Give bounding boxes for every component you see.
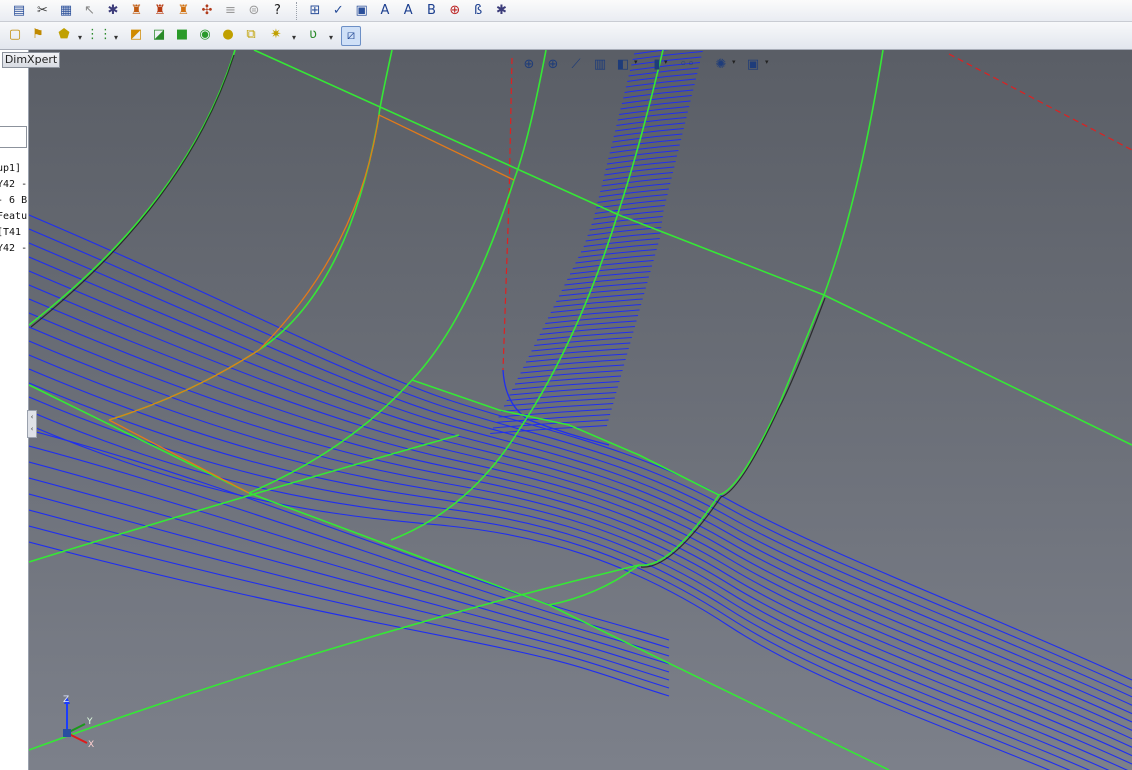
tree-item[interactable]: [T41 <box>0 227 21 238</box>
gear-sync-icon[interactable]: ✱ <box>104 2 122 20</box>
document-check-icon[interactable]: ▣ <box>353 2 371 20</box>
search-b-icon[interactable]: ß <box>469 2 487 20</box>
view-triad[interactable]: Z Y X <box>55 693 105 753</box>
zoom-area-icon[interactable]: ⊕ <box>544 56 562 74</box>
tree-item[interactable]: up1] <box>0 163 21 174</box>
polygon-icon[interactable]: ⬟ <box>55 26 73 44</box>
curve-icon[interactable]: ʋ <box>304 26 322 44</box>
feature-manager-panel: up1] Y42 - - 6 B Featu [T41 Y42 - <box>0 50 29 770</box>
sketch-frame-icon[interactable]: ▢ <box>6 26 24 44</box>
stack-icon[interactable]: ≡ <box>222 2 240 20</box>
panel-tab[interactable] <box>0 126 27 148</box>
model-canvas[interactable] <box>29 50 1132 770</box>
hide-show-icon[interactable]: ◦◦ <box>678 56 696 74</box>
stamp-red-icon[interactable]: ♜ <box>151 2 169 20</box>
search-red-icon[interactable]: ⊕ <box>446 2 464 20</box>
loft-icon[interactable]: ◪ <box>150 26 168 44</box>
swirl-icon[interactable]: ✣ <box>198 2 216 20</box>
magnifier-a-icon[interactable]: A <box>376 2 394 20</box>
toolbar-separator <box>296 2 297 20</box>
zoom-to-fit-icon[interactable]: ⊕ <box>520 56 538 74</box>
tree-item[interactable]: Featu <box>0 211 27 222</box>
previous-view-icon[interactable]: ⟋ <box>567 56 585 74</box>
grid-select-icon[interactable]: ⊞ <box>306 2 324 20</box>
dropdown-caret-icon[interactable]: ▾ <box>292 33 296 42</box>
bookmark-icon[interactable]: ⚑ <box>29 26 47 44</box>
dropdown-caret-icon[interactable]: ▾ <box>114 33 118 42</box>
dropdown-caret-icon[interactable]: ▾ <box>664 58 668 66</box>
section-view-icon[interactable]: ▥ <box>591 56 609 74</box>
stamp-orange-icon[interactable]: ♜ <box>175 2 193 20</box>
letter-b-icon[interactable]: B <box>423 2 441 20</box>
dropdown-caret-icon[interactable]: ▾ <box>78 33 82 42</box>
tree-item[interactable]: Y42 - <box>0 243 27 254</box>
box-icon[interactable]: ■ <box>173 26 191 44</box>
clip-icon[interactable]: ⧉ <box>242 26 260 44</box>
check-list-icon[interactable]: ✓ <box>329 2 347 20</box>
sphere-icon[interactable]: ● <box>219 26 237 44</box>
cut-icon[interactable]: ✂ <box>34 2 52 20</box>
gear-sync-right-icon[interactable]: ✱ <box>492 2 510 20</box>
extrude-icon[interactable]: ◩ <box>127 26 145 44</box>
display-toggle-icon[interactable]: ⧄ <box>341 26 361 46</box>
panel-splitter-handle[interactable]: ‹ ‹ <box>27 410 37 438</box>
appearance-icon[interactable]: ✺ <box>712 56 730 74</box>
graphics-viewport[interactable]: Z Y X <box>29 50 1132 770</box>
features-toolbar: ▢ ⚑ ⬟ ⋮⋮ ◩ ◪ ■ ◉ ● ⧉ ✷ ʋ ⧄ ▾ ▾ ▾ ▾ <box>0 22 1132 50</box>
dropdown-caret-icon[interactable]: ▾ <box>634 58 638 66</box>
triad-z-label: Z <box>63 695 69 705</box>
scene-icon[interactable]: ▣ <box>744 56 762 74</box>
dropdown-caret-icon[interactable]: ▾ <box>329 33 333 42</box>
tree-item[interactable]: - 6 B <box>0 195 27 206</box>
view-orientation-icon[interactable]: ◧ <box>614 56 632 74</box>
triad-x-label: X <box>88 740 94 750</box>
magnifier-b-icon[interactable]: A <box>399 2 417 20</box>
document-icon[interactable]: ▦ <box>57 2 75 20</box>
dropdown-caret-icon[interactable]: ▾ <box>732 58 736 66</box>
layers-gray-icon[interactable]: ⊜ <box>245 2 263 20</box>
properties-icon[interactable]: ▤ <box>10 2 28 20</box>
standard-toolbar: ▤ ✂ ▦ ↖ ✱ ♜ ♜ ♜ ✣ ≡ ⊜? ⊞ ✓ ▣ A A B ⊕ ß ✱ <box>0 0 1132 22</box>
triad-y-label: Y <box>86 717 93 727</box>
pattern-dots-icon[interactable]: ⋮⋮ <box>86 26 112 44</box>
dimxpert-tab[interactable]: DimXpert <box>2 52 60 68</box>
viewport-background <box>29 50 1132 770</box>
help-icon[interactable]: ? <box>269 2 287 20</box>
dropdown-caret-icon[interactable]: ▾ <box>765 58 769 66</box>
sparkle-icon[interactable]: ✷ <box>267 26 285 44</box>
pointer-icon[interactable]: ↖ <box>81 2 99 20</box>
tree-item[interactable]: Y42 - <box>0 179 27 190</box>
cylinder-icon[interactable]: ◉ <box>196 26 214 44</box>
stamp-icon[interactable]: ♜ <box>128 2 146 20</box>
